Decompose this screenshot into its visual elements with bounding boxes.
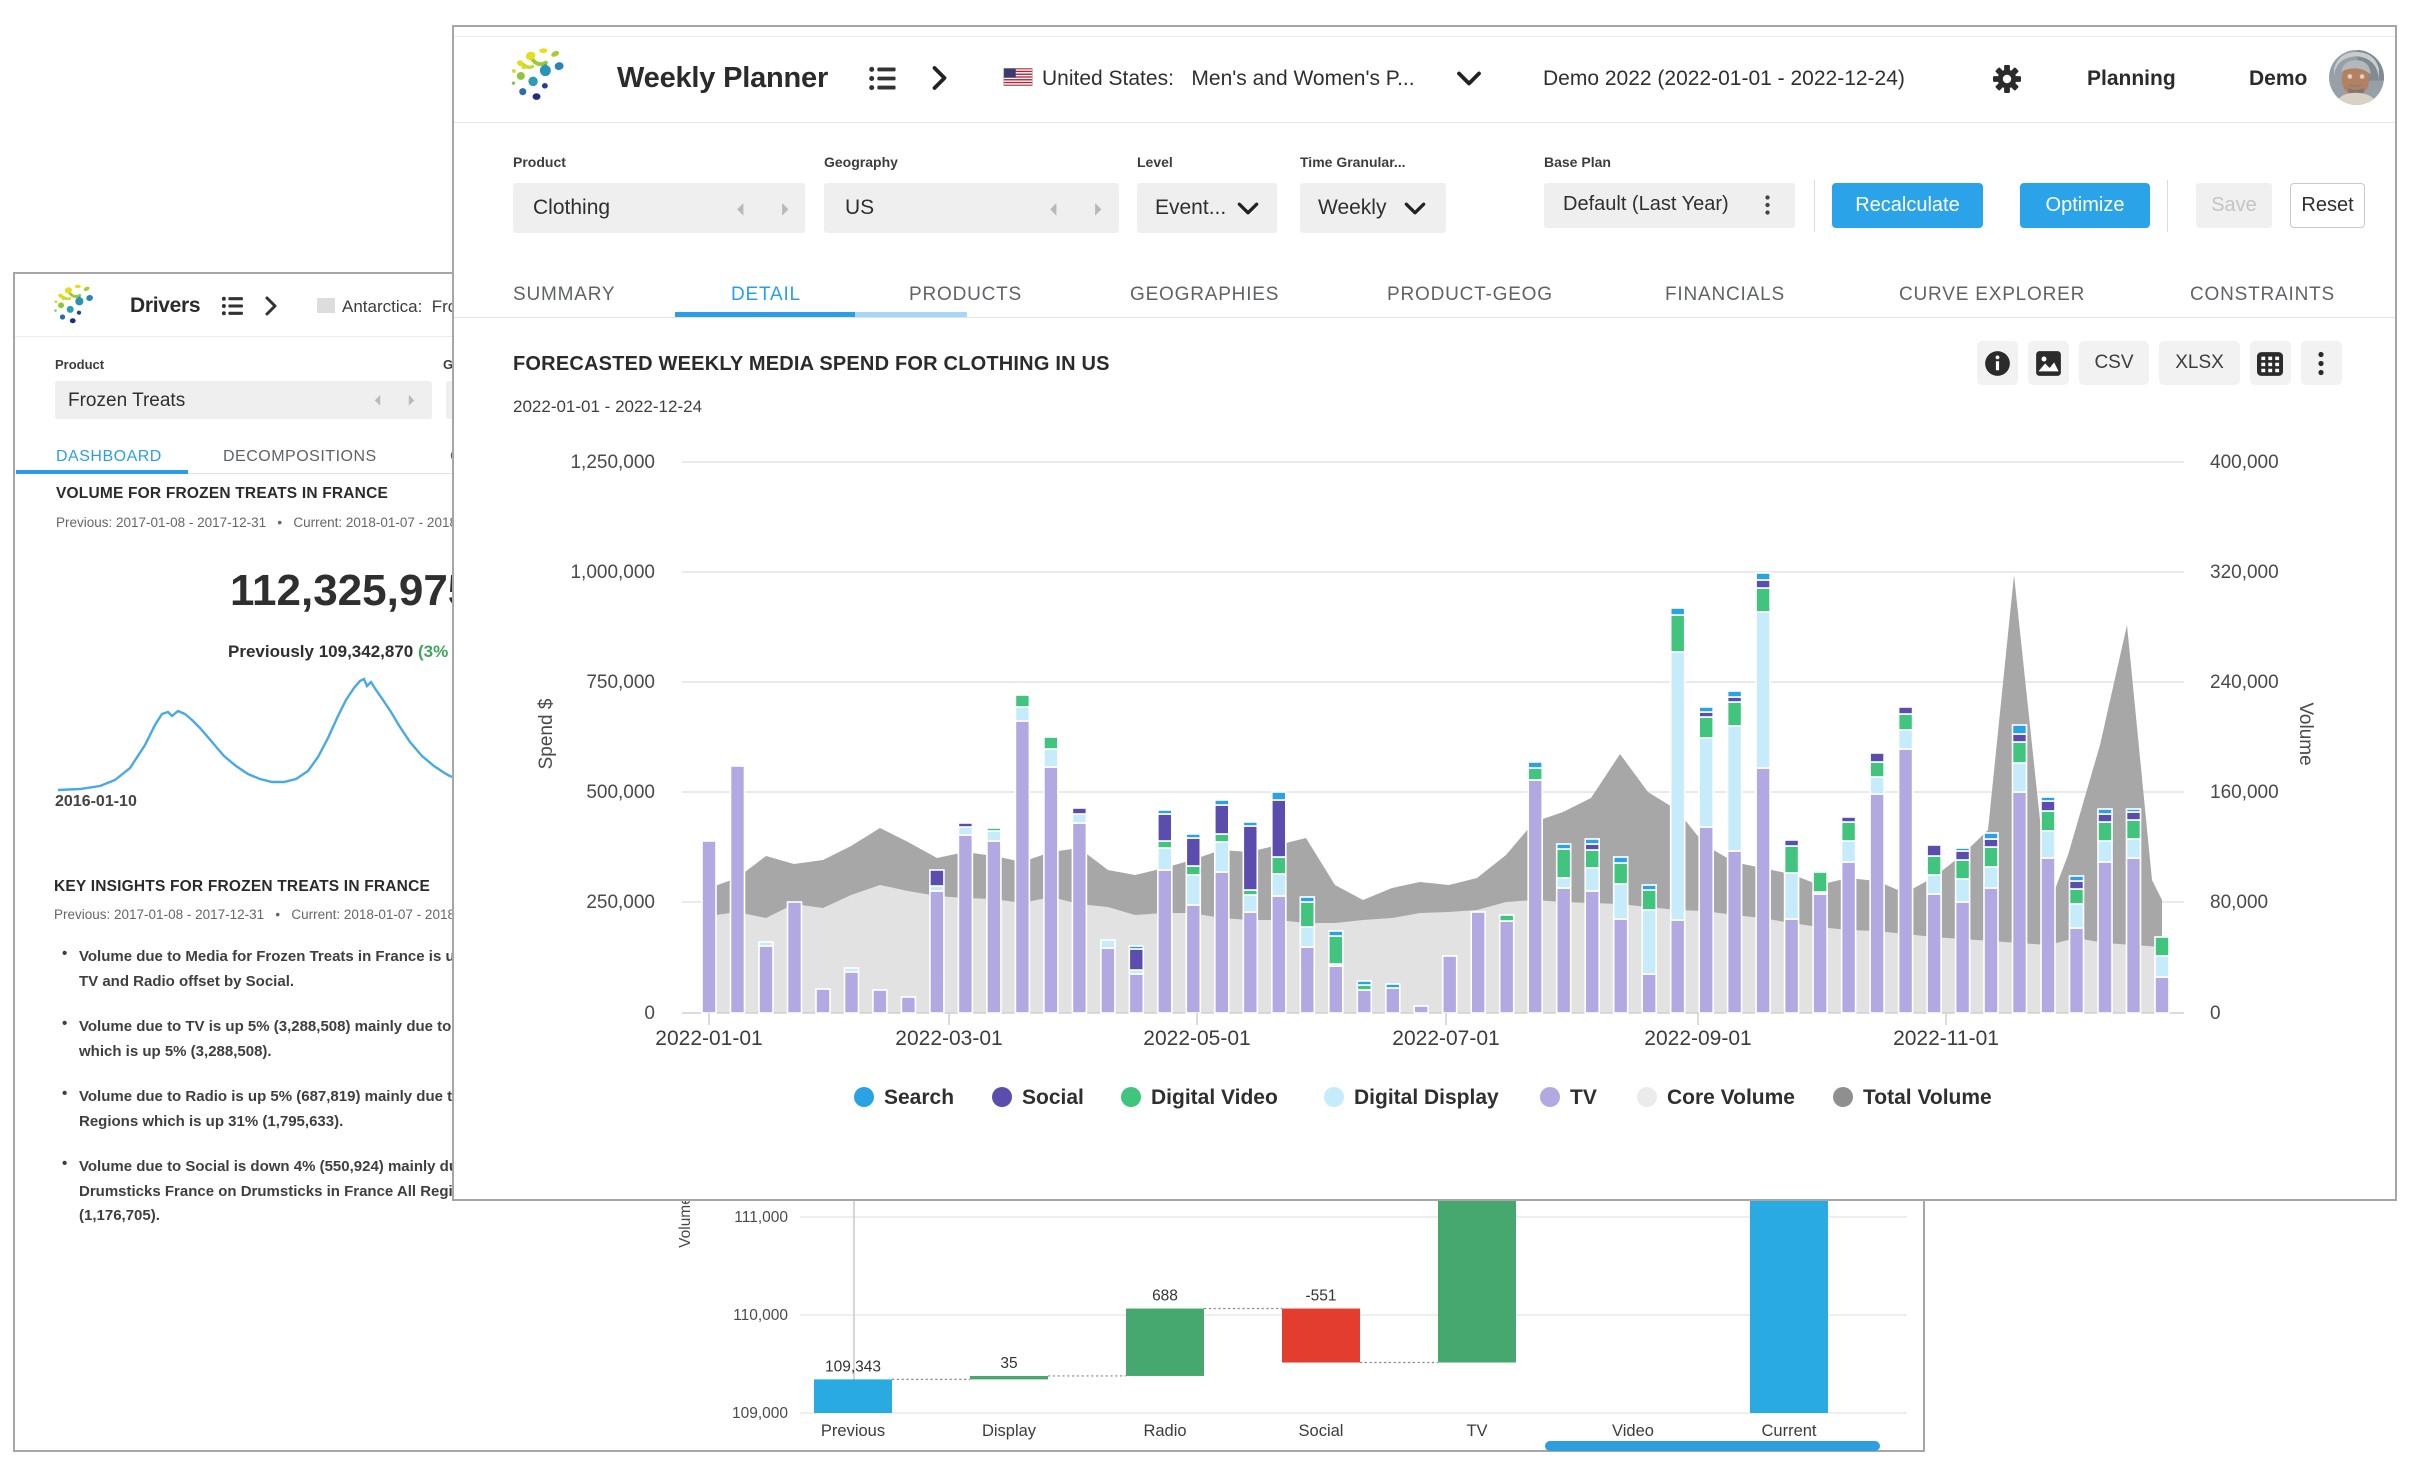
svg-text:Social: Social [1299,1422,1344,1440]
svg-text:250,000: 250,000 [586,892,655,913]
svg-text:2022-07-01: 2022-07-01 [1392,1027,1499,1050]
svg-text:Display: Display [982,1422,1037,1440]
svg-text:2022-09-01: 2022-09-01 [1644,1027,1751,1050]
svg-text:Current: Current [1761,1422,1816,1440]
svg-text:Previous: Previous [821,1422,885,1440]
svg-text:Social: Social [1022,1086,1084,1109]
svg-text:111,000: 111,000 [734,1209,788,1226]
svg-text:160,000: 160,000 [2210,782,2279,803]
svg-text:1,000,000: 1,000,000 [570,562,655,583]
svg-text:2022-11-01: 2022-11-01 [1893,1027,1999,1050]
svg-text:750,000: 750,000 [586,672,655,693]
svg-text:500,000: 500,000 [586,782,655,803]
svg-text:Core Volume: Core Volume [1667,1086,1795,1109]
svg-text:1,250,000: 1,250,000 [570,452,655,473]
svg-text:Video: Video [1612,1422,1654,1440]
svg-text:80,000: 80,000 [2210,892,2268,913]
svg-text:2022-01-01: 2022-01-01 [655,1027,762,1050]
svg-text:110,000: 110,000 [733,1307,788,1324]
svg-text:Digital Video: Digital Video [1151,1086,1278,1109]
svg-text:-551: -551 [1305,1288,1336,1305]
svg-text:Volume: Volume [2295,702,2316,765]
svg-text:Digital Display: Digital Display [1354,1086,1499,1109]
svg-text:TV: TV [1570,1086,1597,1109]
svg-text:Total Volume: Total Volume [1863,1086,1992,1109]
svg-text:0: 0 [644,1003,655,1024]
svg-text:320,000: 320,000 [2210,562,2279,583]
svg-text:2022-03-01: 2022-03-01 [895,1027,1002,1050]
svg-text:0: 0 [2210,1003,2221,1024]
svg-text:240,000: 240,000 [2210,672,2279,693]
svg-text:TV: TV [1466,1422,1487,1440]
svg-text:Radio: Radio [1143,1422,1186,1440]
svg-text:Search: Search [884,1086,954,1109]
svg-text:Spend $: Spend $ [536,698,557,769]
svg-text:35: 35 [1000,1355,1017,1372]
svg-text:2022-05-01: 2022-05-01 [1143,1027,1250,1050]
svg-text:109,000: 109,000 [732,1405,788,1422]
svg-text:688: 688 [1152,1288,1178,1305]
svg-text:400,000: 400,000 [2210,452,2279,473]
svg-text:109,343: 109,343 [825,1358,881,1375]
svg-text:Volume: Volume [677,1196,694,1248]
